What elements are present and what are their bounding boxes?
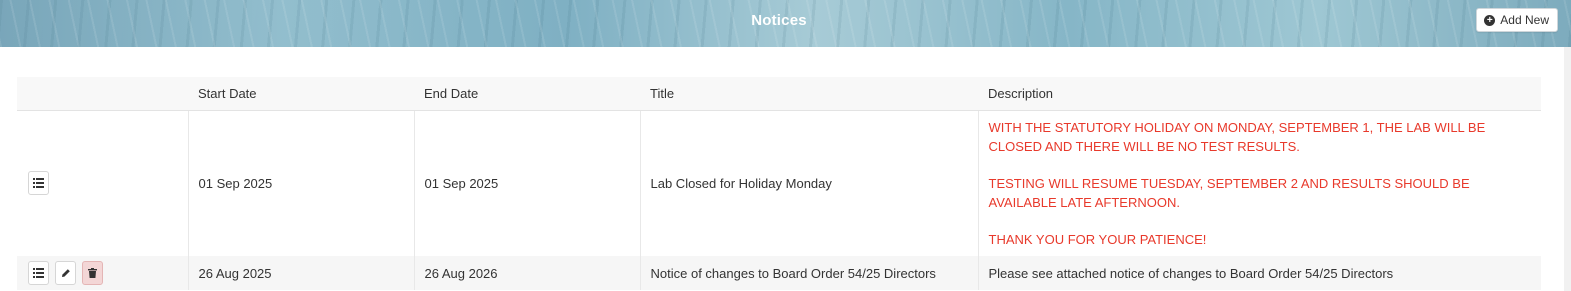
row-actions-cell [17, 256, 189, 290]
description-text: WITH THE STATUTORY HOLIDAY ON MONDAY, SE… [989, 118, 1532, 249]
list-icon [33, 178, 44, 189]
start-date-cell: 01 Sep 2025 [188, 110, 415, 256]
end-date-cell: 26 Aug 2026 [414, 256, 641, 290]
table-header-row: Start Date End Date Title Description [17, 77, 1541, 111]
column-header-description[interactable]: Description [978, 77, 1541, 111]
column-header-title[interactable]: Title [640, 77, 978, 111]
list-icon [33, 268, 44, 278]
trash-icon [88, 268, 97, 278]
notices-table: Start Date End Date Title Description 01… [17, 77, 1541, 290]
column-header-end-date[interactable]: End Date [414, 77, 640, 111]
description-cell: WITH THE STATUTORY HOLIDAY ON MONDAY, SE… [978, 110, 1541, 256]
description-paragraph: THANK YOU FOR YOUR PATIENCE! [988, 231, 1207, 247]
description-cell: Please see attached notice of changes to… [978, 256, 1541, 290]
view-details-button[interactable] [28, 261, 49, 285]
start-date-cell: 26 Aug 2025 [188, 256, 415, 290]
delete-button[interactable] [82, 261, 103, 285]
description-paragraph: WITH THE STATUTORY HOLIDAY ON MONDAY, SE… [988, 119, 1486, 154]
pencil-icon [61, 269, 70, 277]
add-new-button[interactable]: + Add New [1476, 8, 1558, 32]
end-date-cell: 01 Sep 2025 [414, 110, 641, 256]
title-cell: Notice of changes to Board Order 54/25 D… [640, 256, 979, 290]
row-actions-cell [17, 110, 189, 256]
page-header: Notices + Add New [0, 0, 1571, 47]
scrollbar[interactable] [1564, 47, 1571, 291]
table-row[interactable]: 01 Sep 2025 01 Sep 2025 Lab Closed for H… [17, 110, 1541, 256]
table-row[interactable]: 26 Aug 2025 26 Aug 2026 Notice of change… [17, 256, 1541, 290]
plus-circle-icon: + [1484, 14, 1496, 26]
view-details-button[interactable] [28, 171, 49, 196]
add-new-label: Add New [1500, 13, 1549, 27]
column-header-actions [17, 77, 188, 111]
page-title: Notices [751, 12, 807, 29]
description-paragraph: TESTING WILL RESUME TUESDAY, SEPTEMBER 2… [988, 175, 1470, 210]
column-header-start-date[interactable]: Start Date [188, 77, 414, 111]
title-cell: Lab Closed for Holiday Monday [640, 110, 979, 256]
edit-button[interactable] [55, 261, 76, 285]
